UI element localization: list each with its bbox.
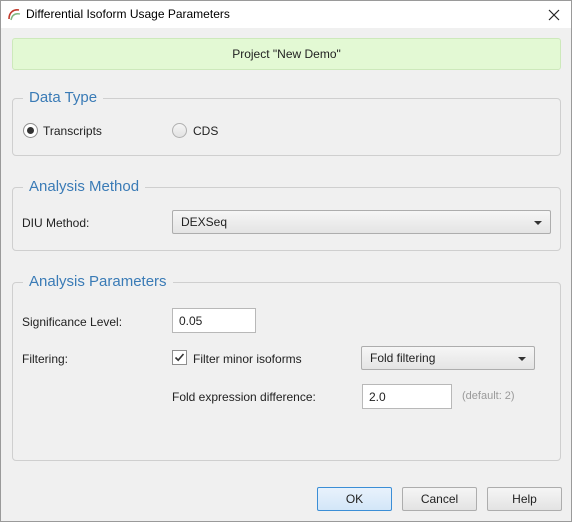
fold-expression-difference-label: Fold expression difference: (172, 390, 316, 404)
radio-cds[interactable] (172, 123, 187, 138)
fold-expression-difference-input[interactable] (362, 384, 452, 409)
significance-level-label: Significance Level: (22, 315, 123, 329)
ok-button[interactable]: OK (317, 487, 392, 511)
dialog-window: Differential Isoform Usage Parameters Pr… (0, 0, 572, 522)
close-icon (548, 9, 560, 20)
project-banner: Project "New Demo" (12, 38, 561, 70)
radio-cds-label[interactable]: CDS (193, 124, 218, 138)
title-bar: Differential Isoform Usage Parameters (1, 1, 571, 28)
app-logo-icon (8, 9, 21, 21)
checkmark-icon (174, 353, 185, 362)
analysis-parameters-group: Analysis Parameters (12, 273, 561, 461)
help-button[interactable]: Help (487, 487, 562, 511)
filtering-label: Filtering: (22, 352, 69, 366)
significance-level-input[interactable] (172, 308, 256, 333)
diu-method-select[interactable]: DEXSeq (172, 210, 551, 234)
filter-minor-isoforms-label[interactable]: Filter minor isoforms (193, 352, 302, 366)
cancel-button[interactable]: Cancel (402, 487, 477, 511)
diu-method-label: DIU Method: (22, 216, 90, 230)
radio-transcripts[interactable] (23, 123, 38, 138)
filter-type-value: Fold filtering (370, 351, 436, 365)
chevron-down-icon (534, 221, 542, 225)
filter-minor-isoforms-checkbox[interactable] (172, 350, 187, 365)
filter-type-select[interactable]: Fold filtering (361, 346, 535, 370)
diu-method-value: DEXSeq (181, 215, 228, 229)
data-type-title: Data Type (23, 89, 104, 106)
analysis-parameters-title: Analysis Parameters (23, 273, 173, 290)
window-title: Differential Isoform Usage Parameters (26, 7, 230, 21)
analysis-method-title: Analysis Method (23, 178, 146, 195)
close-button[interactable] (537, 1, 571, 28)
chevron-down-icon (518, 357, 526, 361)
radio-selected-dot (27, 127, 34, 134)
fold-default-hint: (default: 2) (462, 390, 515, 402)
radio-transcripts-label[interactable]: Transcripts (43, 124, 102, 138)
